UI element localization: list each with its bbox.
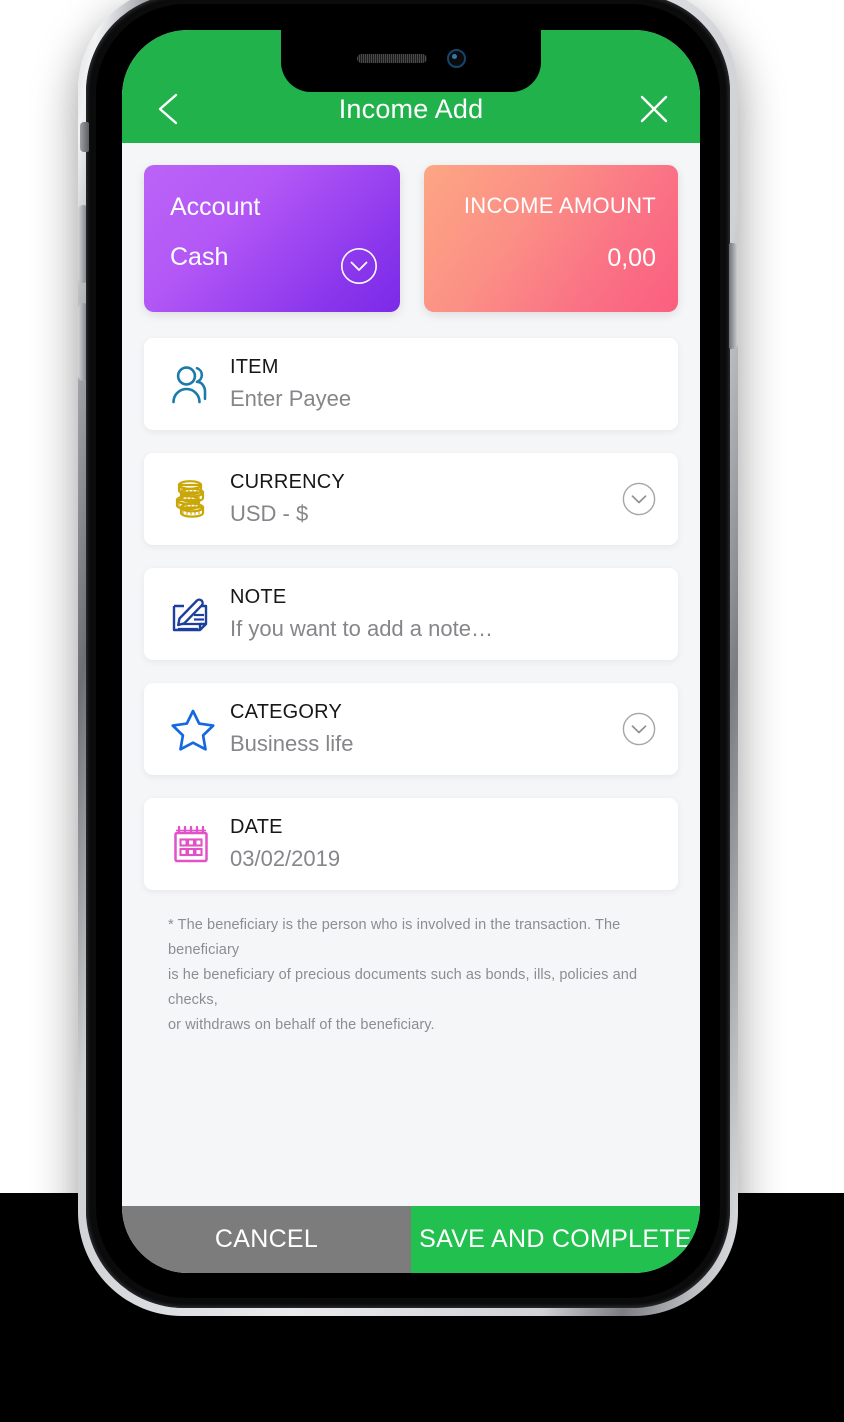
coins-icon bbox=[162, 476, 224, 522]
save-and-complete-button[interactable]: SAVE AND COMPLETE bbox=[411, 1206, 700, 1273]
back-button[interactable] bbox=[148, 89, 188, 129]
income-amount-card[interactable]: INCOME AMOUNT 0,00 bbox=[424, 165, 678, 312]
field-row-currency[interactable]: CURRENCY USD - $ bbox=[144, 453, 678, 545]
field-value-category: Business life bbox=[230, 731, 354, 757]
cancel-button[interactable]: CANCEL bbox=[122, 1206, 411, 1273]
field-label-date: DATE bbox=[230, 816, 283, 839]
field-label-currency: CURRENCY bbox=[230, 471, 345, 494]
field-label-category: CATEGORY bbox=[230, 701, 342, 724]
field-value-date[interactable]: 03/02/2019 bbox=[230, 846, 656, 871]
field-text-note: NOTE If you want to add a note… bbox=[224, 586, 656, 641]
footnote-line-2: is he beneficiary of precious documents … bbox=[168, 967, 638, 1009]
page-title: Income Add bbox=[338, 94, 484, 124]
front-camera-icon bbox=[446, 48, 466, 68]
account-card-label: Account bbox=[170, 193, 261, 221]
field-value-currency: USD - $ bbox=[230, 501, 309, 527]
device-notch bbox=[281, 30, 541, 92]
income-amount-value[interactable]: 0,00 bbox=[446, 246, 656, 271]
mute-switch-button[interactable] bbox=[80, 122, 89, 152]
bottom-action-bar: CANCEL SAVE AND COMPLETE bbox=[122, 1206, 700, 1273]
category-dropdown-button[interactable] bbox=[622, 712, 656, 746]
people-icon bbox=[162, 363, 224, 405]
account-dropdown-button[interactable] bbox=[340, 247, 378, 285]
summary-cards: Account Cash INCOME AMOUNT 0,00 bbox=[144, 165, 678, 312]
calendar-icon-glyph bbox=[174, 825, 208, 863]
field-text-item: ITEM Enter Payee bbox=[224, 356, 656, 411]
field-value-note[interactable]: If you want to add a note… bbox=[230, 616, 656, 641]
field-label-note: NOTE bbox=[230, 586, 287, 609]
footnote-line-3: or withdraws on behalf of the beneficiar… bbox=[168, 1017, 435, 1034]
field-row-item[interactable]: ITEM Enter Payee bbox=[144, 338, 678, 430]
income-amount-label: INCOME AMOUNT bbox=[463, 193, 656, 218]
field-label-item: ITEM bbox=[230, 356, 279, 379]
currency-dropdown-button[interactable] bbox=[622, 482, 656, 516]
footnote: * The beneficiary is the person who is i… bbox=[144, 913, 678, 1038]
field-text-category: CATEGORY Business life bbox=[224, 701, 622, 756]
people-icon-glyph bbox=[172, 366, 207, 404]
power-button[interactable] bbox=[729, 243, 738, 349]
note-pencil-icon-glyph bbox=[172, 598, 208, 632]
field-row-category[interactable]: CATEGORY Business life bbox=[144, 683, 678, 775]
volume-up-button[interactable] bbox=[78, 205, 86, 283]
chevron-down-circle-icon bbox=[622, 482, 656, 516]
field-row-date[interactable]: DATE 03/02/2019 bbox=[144, 798, 678, 890]
field-value-item[interactable]: Enter Payee bbox=[230, 386, 656, 411]
coins-icon-glyph bbox=[175, 480, 205, 518]
chevron-down-circle-icon bbox=[340, 247, 378, 285]
phone-screen: Income Add Account Cash INCOME AMOUNT 0,… bbox=[122, 30, 700, 1273]
field-text-date: DATE 03/02/2019 bbox=[224, 816, 656, 871]
footnote-line-1: * The beneficiary is the person who is i… bbox=[168, 917, 621, 959]
field-list: ITEM Enter Payee CURRENCY USD - $ NOTE I… bbox=[144, 338, 678, 890]
star-icon-glyph bbox=[171, 709, 215, 751]
field-row-note[interactable]: NOTE If you want to add a note… bbox=[144, 568, 678, 660]
form-content: Account Cash INCOME AMOUNT 0,00 ITEM Ent… bbox=[122, 143, 700, 1206]
volume-down-button[interactable] bbox=[78, 303, 86, 381]
calendar-icon bbox=[162, 822, 224, 866]
chevron-down-circle-icon bbox=[622, 712, 656, 746]
close-button[interactable] bbox=[634, 89, 674, 129]
speaker-grille-icon bbox=[356, 53, 427, 63]
note-pencil-icon bbox=[162, 592, 224, 636]
field-text-currency: CURRENCY USD - $ bbox=[224, 471, 622, 526]
account-card[interactable]: Account Cash bbox=[144, 165, 400, 312]
chevron-left-icon bbox=[158, 93, 178, 125]
star-icon bbox=[162, 706, 224, 752]
close-icon bbox=[640, 95, 668, 123]
